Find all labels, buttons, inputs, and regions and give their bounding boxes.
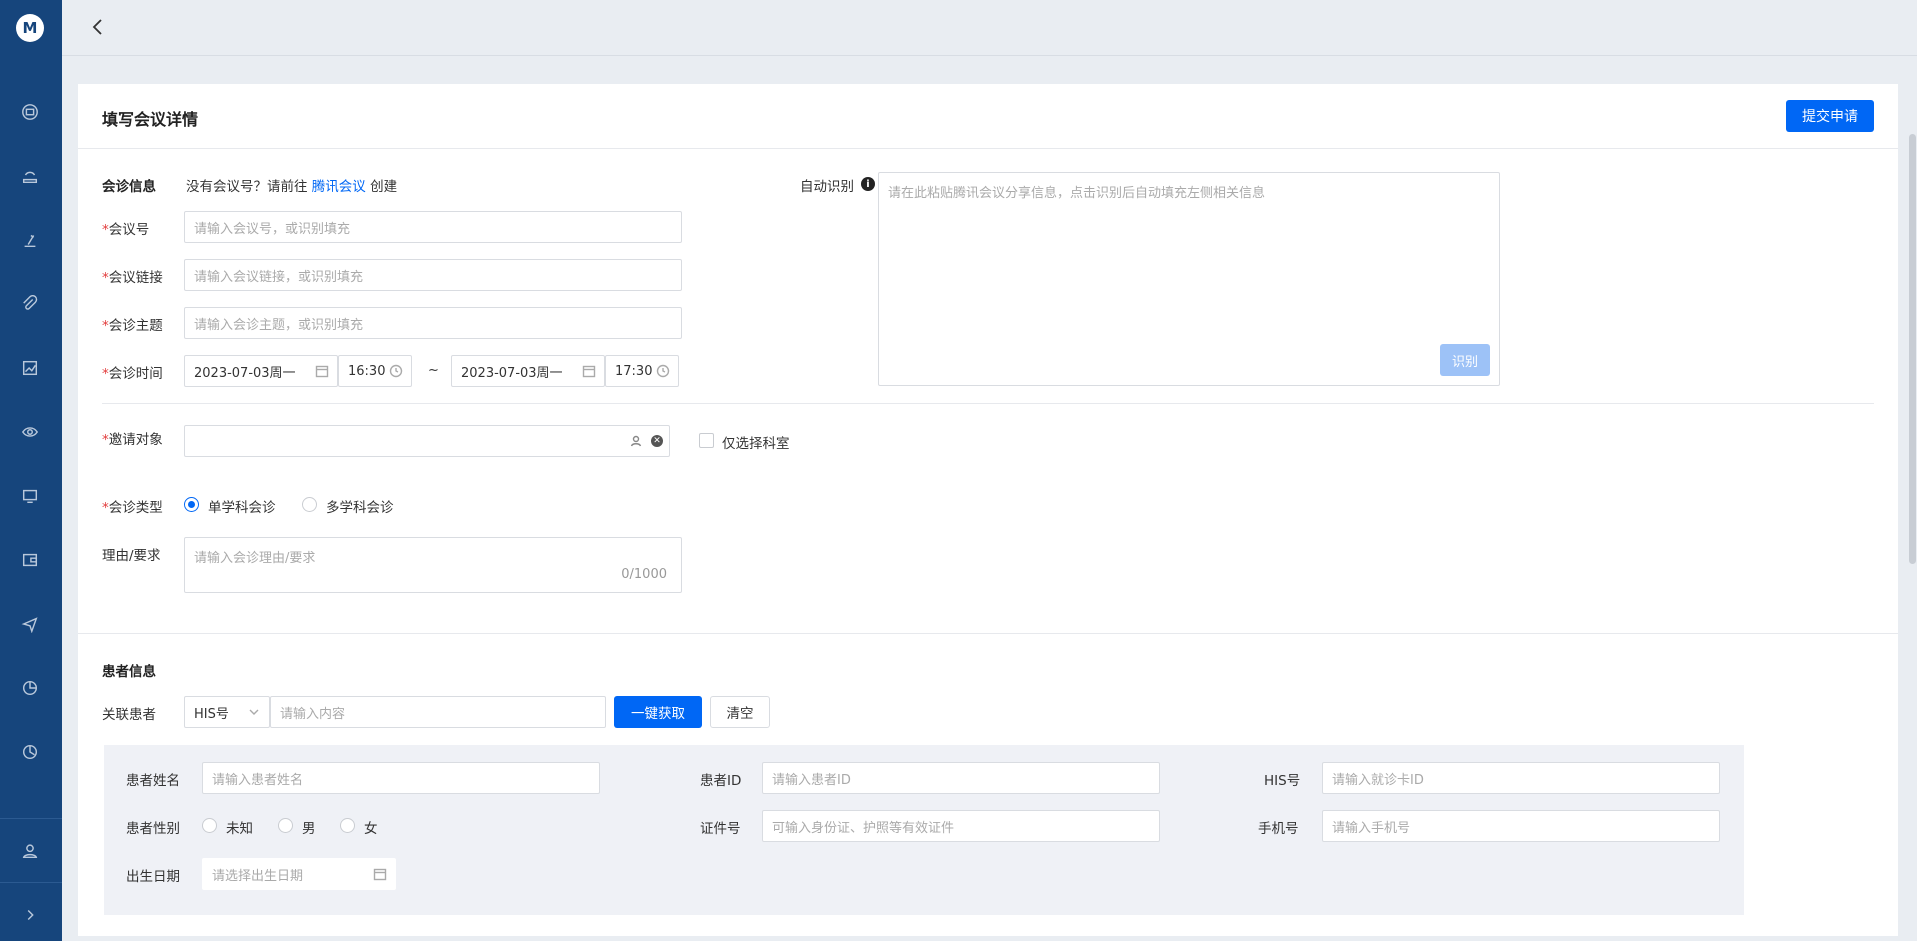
top-bar	[62, 0, 1917, 56]
wallet-icon[interactable]	[20, 550, 40, 570]
patient-search-input[interactable]: 请输入内容	[270, 696, 606, 728]
info-icon[interactable]: i	[861, 177, 875, 191]
printer-icon[interactable]	[20, 102, 40, 122]
form-card: 填写会议详情 提交申请 会诊信息 没有会议号？请前往 腾讯会议 创建 *会议号 …	[78, 84, 1898, 936]
app-logo: M	[16, 14, 44, 42]
chevron-left-icon[interactable]	[88, 17, 108, 37]
pie-chart-icon[interactable]	[20, 678, 40, 698]
cert-input[interactable]: 可输入身份证、护照等有效证件	[762, 810, 1160, 842]
dept-only-checkbox[interactable]	[699, 433, 714, 448]
birth-date-picker[interactable]: 请选择出生日期	[202, 858, 396, 890]
his-input[interactable]: 请输入就诊卡ID	[1322, 762, 1720, 794]
user-icon[interactable]	[20, 841, 40, 861]
patient-name-label: 患者姓名	[126, 773, 180, 789]
reason-label: 理由/要求	[102, 548, 161, 564]
meeting-link-input[interactable]: 请输入会议链接，或识别填充	[184, 259, 682, 291]
clock-icon	[389, 364, 403, 378]
sidebar-divider	[0, 818, 62, 819]
his-label: HIS号	[1264, 773, 1301, 789]
cert-label: 证件号	[700, 821, 741, 837]
char-count: 0/1000	[621, 567, 667, 582]
radio-single-discipline-label: 单学科会诊	[208, 500, 276, 516]
type-label: *会诊类型	[102, 500, 163, 516]
chevron-down-icon	[247, 705, 261, 719]
calendar-icon	[315, 364, 329, 378]
patient-details-panel: 患者姓名 请输入患者姓名 患者ID 请输入患者ID HIS号 请输入就诊卡ID …	[104, 745, 1744, 915]
inbox-icon[interactable]	[20, 166, 40, 186]
chart-icon[interactable]	[20, 358, 40, 378]
meeting-no-input[interactable]: 请输入会议号，或识别填充	[184, 211, 682, 243]
phone-label: 手机号	[1258, 821, 1299, 837]
patient-name-input[interactable]: 请输入患者姓名	[202, 762, 600, 794]
radio-gender-female-label: 女	[364, 821, 378, 837]
radio-gender-unknown[interactable]	[202, 818, 217, 833]
invite-select[interactable]: ✕	[184, 425, 670, 457]
send-icon[interactable]	[20, 614, 40, 634]
attachment-icon[interactable]	[20, 294, 40, 314]
radio-gender-female[interactable]	[340, 818, 355, 833]
meeting-section-title: 会诊信息	[102, 179, 156, 195]
radio-gender-unknown-label: 未知	[226, 821, 253, 837]
scrollbar[interactable]	[1908, 56, 1917, 941]
clock-icon	[656, 364, 670, 378]
eye-icon[interactable]	[20, 422, 40, 442]
sidebar: M	[0, 0, 62, 941]
patient-id-label: 患者ID	[700, 773, 742, 789]
radio-multi-discipline[interactable]	[302, 497, 317, 512]
monitor-icon[interactable]	[20, 486, 40, 506]
radio-single-discipline[interactable]	[184, 497, 199, 512]
patient-section-title: 患者信息	[102, 664, 156, 680]
time-separator: ~	[428, 363, 439, 378]
subject-label: *会诊主题	[102, 318, 163, 334]
start-time-picker[interactable]: 16:30	[338, 355, 412, 387]
calendar-icon	[582, 364, 596, 378]
tencent-meeting-link[interactable]: 腾讯会议	[312, 179, 366, 195]
expand-icon[interactable]	[20, 905, 40, 925]
sidebar-divider	[0, 882, 62, 883]
clear-button[interactable]: 清空	[710, 696, 770, 728]
auto-recognize-label: 自动识别	[800, 179, 854, 195]
meeting-no-label: *会议号	[102, 222, 150, 238]
divider	[78, 148, 1898, 149]
birth-label: 出生日期	[126, 869, 180, 885]
radio-multi-discipline-label: 多学科会诊	[326, 500, 394, 516]
clear-icon[interactable]: ✕	[651, 435, 663, 447]
end-time-picker[interactable]: 17:30	[605, 355, 679, 387]
patient-id-input[interactable]: 请输入患者ID	[762, 762, 1160, 794]
gender-label: 患者性别	[126, 821, 180, 837]
end-date-picker[interactable]: 2023-07-03周一	[451, 355, 605, 387]
scroll-thumb[interactable]	[1909, 134, 1916, 564]
radio-gender-male-label: 男	[302, 821, 316, 837]
recognize-button[interactable]: 识别	[1440, 344, 1490, 376]
submit-button[interactable]: 提交申请	[1786, 100, 1874, 132]
divider	[78, 633, 1898, 634]
calendar-icon	[373, 867, 387, 881]
auto-recognize-textarea[interactable]: 请在此粘贴腾讯会议分享信息，点击识别后自动填充左侧相关信息 识别	[878, 172, 1500, 386]
fetch-button[interactable]: 一键获取	[614, 696, 702, 728]
microscope-icon[interactable]	[20, 230, 40, 250]
link-patient-label: 关联患者	[102, 707, 156, 723]
meeting-hint: 没有会议号？请前往 腾讯会议 创建	[186, 179, 398, 195]
radio-gender-male[interactable]	[278, 818, 293, 833]
page-title: 填写会议详情	[102, 110, 199, 129]
time-label: *会诊时间	[102, 366, 163, 382]
subject-input[interactable]: 请输入会诊主题，或识别填充	[184, 307, 682, 339]
person-icon	[629, 434, 643, 448]
invite-label: *邀请对象	[102, 432, 163, 448]
id-type-select[interactable]: HIS号	[184, 696, 270, 728]
start-date-picker[interactable]: 2023-07-03周一	[184, 355, 338, 387]
reason-textarea[interactable]: 请输入会诊理由/要求 0/1000	[184, 537, 682, 593]
phone-input[interactable]: 请输入手机号	[1322, 810, 1720, 842]
divider	[102, 403, 1874, 404]
dept-only-label: 仅选择科室	[722, 436, 790, 452]
meeting-link-label: *会议链接	[102, 270, 163, 286]
clock-chart-icon[interactable]	[20, 742, 40, 762]
